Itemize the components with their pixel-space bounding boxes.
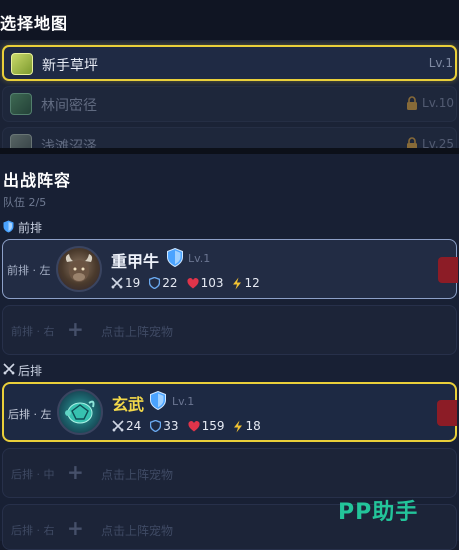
map-select-title: 选择地图 xyxy=(0,14,69,33)
shield-icon xyxy=(3,220,14,233)
defense-stat: 33 xyxy=(150,419,179,433)
lineup-panel: 出战阵容 队伍 2/5 前排 前排 · 左 重甲牛 Lv.1 19 22 103… xyxy=(0,154,459,550)
grass-map-icon xyxy=(11,53,33,75)
black-tortoise-icon xyxy=(65,400,95,424)
map-level: Lv.1 xyxy=(428,56,453,70)
back-row-label: 后排 xyxy=(18,364,43,378)
map-select-header xyxy=(0,0,459,40)
hp-value: 159 xyxy=(201,419,225,433)
remove-pet-button[interactable] xyxy=(438,257,458,283)
slot-position-label: 前排 · 左 xyxy=(7,264,51,277)
hp-value: 103 xyxy=(200,276,224,290)
crossed-swords-icon xyxy=(112,420,124,432)
speed-value: 12 xyxy=(244,276,260,290)
lock-icon xyxy=(407,137,417,148)
defense-stat: 22 xyxy=(149,276,178,290)
lineup-slot-front-right[interactable]: 前排 · 右 + 点击上阵宠物 xyxy=(2,305,457,355)
forest-map-icon xyxy=(10,93,32,115)
map-list[interactable]: 新手草坪 Lv.1 林间密径 Lv.10 浅滩沼泽 Lv.25 xyxy=(0,40,459,148)
team-count: 队伍 2/5 xyxy=(3,196,47,209)
attack-stat: 19 xyxy=(111,276,140,290)
swamp-map-icon xyxy=(10,134,32,148)
slot-position-label: 前排 · 右 xyxy=(11,325,55,338)
map-item-newbie-lawn[interactable]: 新手草坪 Lv.1 xyxy=(2,45,457,81)
pet-stats: 19 22 103 12 xyxy=(111,276,260,290)
add-pet-hint: 点击上阵宠物 xyxy=(101,325,174,339)
add-pet-icon: + xyxy=(67,516,84,540)
add-pet-icon: + xyxy=(67,460,84,484)
map-item-forest-path[interactable]: 林间密径 Lv.10 xyxy=(2,86,457,122)
lineup-title: 出战阵容 xyxy=(3,171,72,190)
map-name: 林间密径 xyxy=(41,98,97,114)
heart-icon xyxy=(186,277,199,288)
slot-position-label: 后排 · 中 xyxy=(11,468,55,481)
pet-portrait xyxy=(57,389,103,435)
crossed-swords-icon xyxy=(3,363,15,375)
defense-value: 33 xyxy=(163,419,179,433)
map-name: 浅滩沼泽 xyxy=(41,139,97,148)
attack-stat: 24 xyxy=(112,419,141,433)
lightning-icon xyxy=(234,420,243,432)
slot-position-label: 后排 · 右 xyxy=(11,524,55,537)
add-pet-hint: 点击上阵宠物 xyxy=(101,524,174,538)
watermark: PP助手 xyxy=(338,500,419,525)
map-level: Lv.25 xyxy=(422,137,454,148)
pet-stats: 24 33 159 18 xyxy=(112,419,261,433)
pet-level: Lv.1 xyxy=(172,395,195,408)
defense-badge-icon xyxy=(167,248,183,267)
pet-name: 重甲牛 xyxy=(111,252,160,271)
speed-value: 18 xyxy=(245,419,261,433)
add-pet-icon: + xyxy=(67,317,84,341)
hp-stat: 103 xyxy=(186,276,224,290)
lightning-icon xyxy=(233,277,242,289)
shield-icon xyxy=(149,277,161,289)
map-level: Lv.10 xyxy=(422,96,454,110)
shield-icon xyxy=(150,420,162,432)
pet-level: Lv.1 xyxy=(188,252,211,265)
speed-stat: 12 xyxy=(232,276,260,290)
lineup-slot-back-middle[interactable]: 后排 · 中 + 点击上阵宠物 xyxy=(2,448,457,498)
lineup-slot-back-left[interactable]: 后排 · 左 玄武 Lv.1 24 33 159 18 xyxy=(2,382,457,442)
lock-icon xyxy=(407,96,417,110)
pet-name: 玄武 xyxy=(112,395,145,414)
heart-icon xyxy=(187,420,200,431)
slot-position-label: 后排 · 左 xyxy=(8,408,52,421)
attack-value: 19 xyxy=(125,276,141,290)
front-row-label: 前排 xyxy=(18,221,43,235)
remove-pet-button[interactable] xyxy=(437,400,457,426)
defense-value: 22 xyxy=(162,276,178,290)
armored-bull-icon xyxy=(65,254,93,282)
pet-portrait xyxy=(56,246,102,292)
lineup-slot-front-left[interactable]: 前排 · 左 重甲牛 Lv.1 19 22 103 12 xyxy=(2,239,458,299)
defense-badge-icon xyxy=(150,391,166,410)
attack-value: 24 xyxy=(126,419,142,433)
map-name: 新手草坪 xyxy=(42,58,98,74)
add-pet-hint: 点击上阵宠物 xyxy=(101,468,174,482)
speed-stat: 18 xyxy=(233,419,261,433)
crossed-swords-icon xyxy=(111,277,123,289)
hp-stat: 159 xyxy=(187,419,225,433)
map-item-shoal-swamp[interactable]: 浅滩沼泽 Lv.25 xyxy=(2,127,457,148)
